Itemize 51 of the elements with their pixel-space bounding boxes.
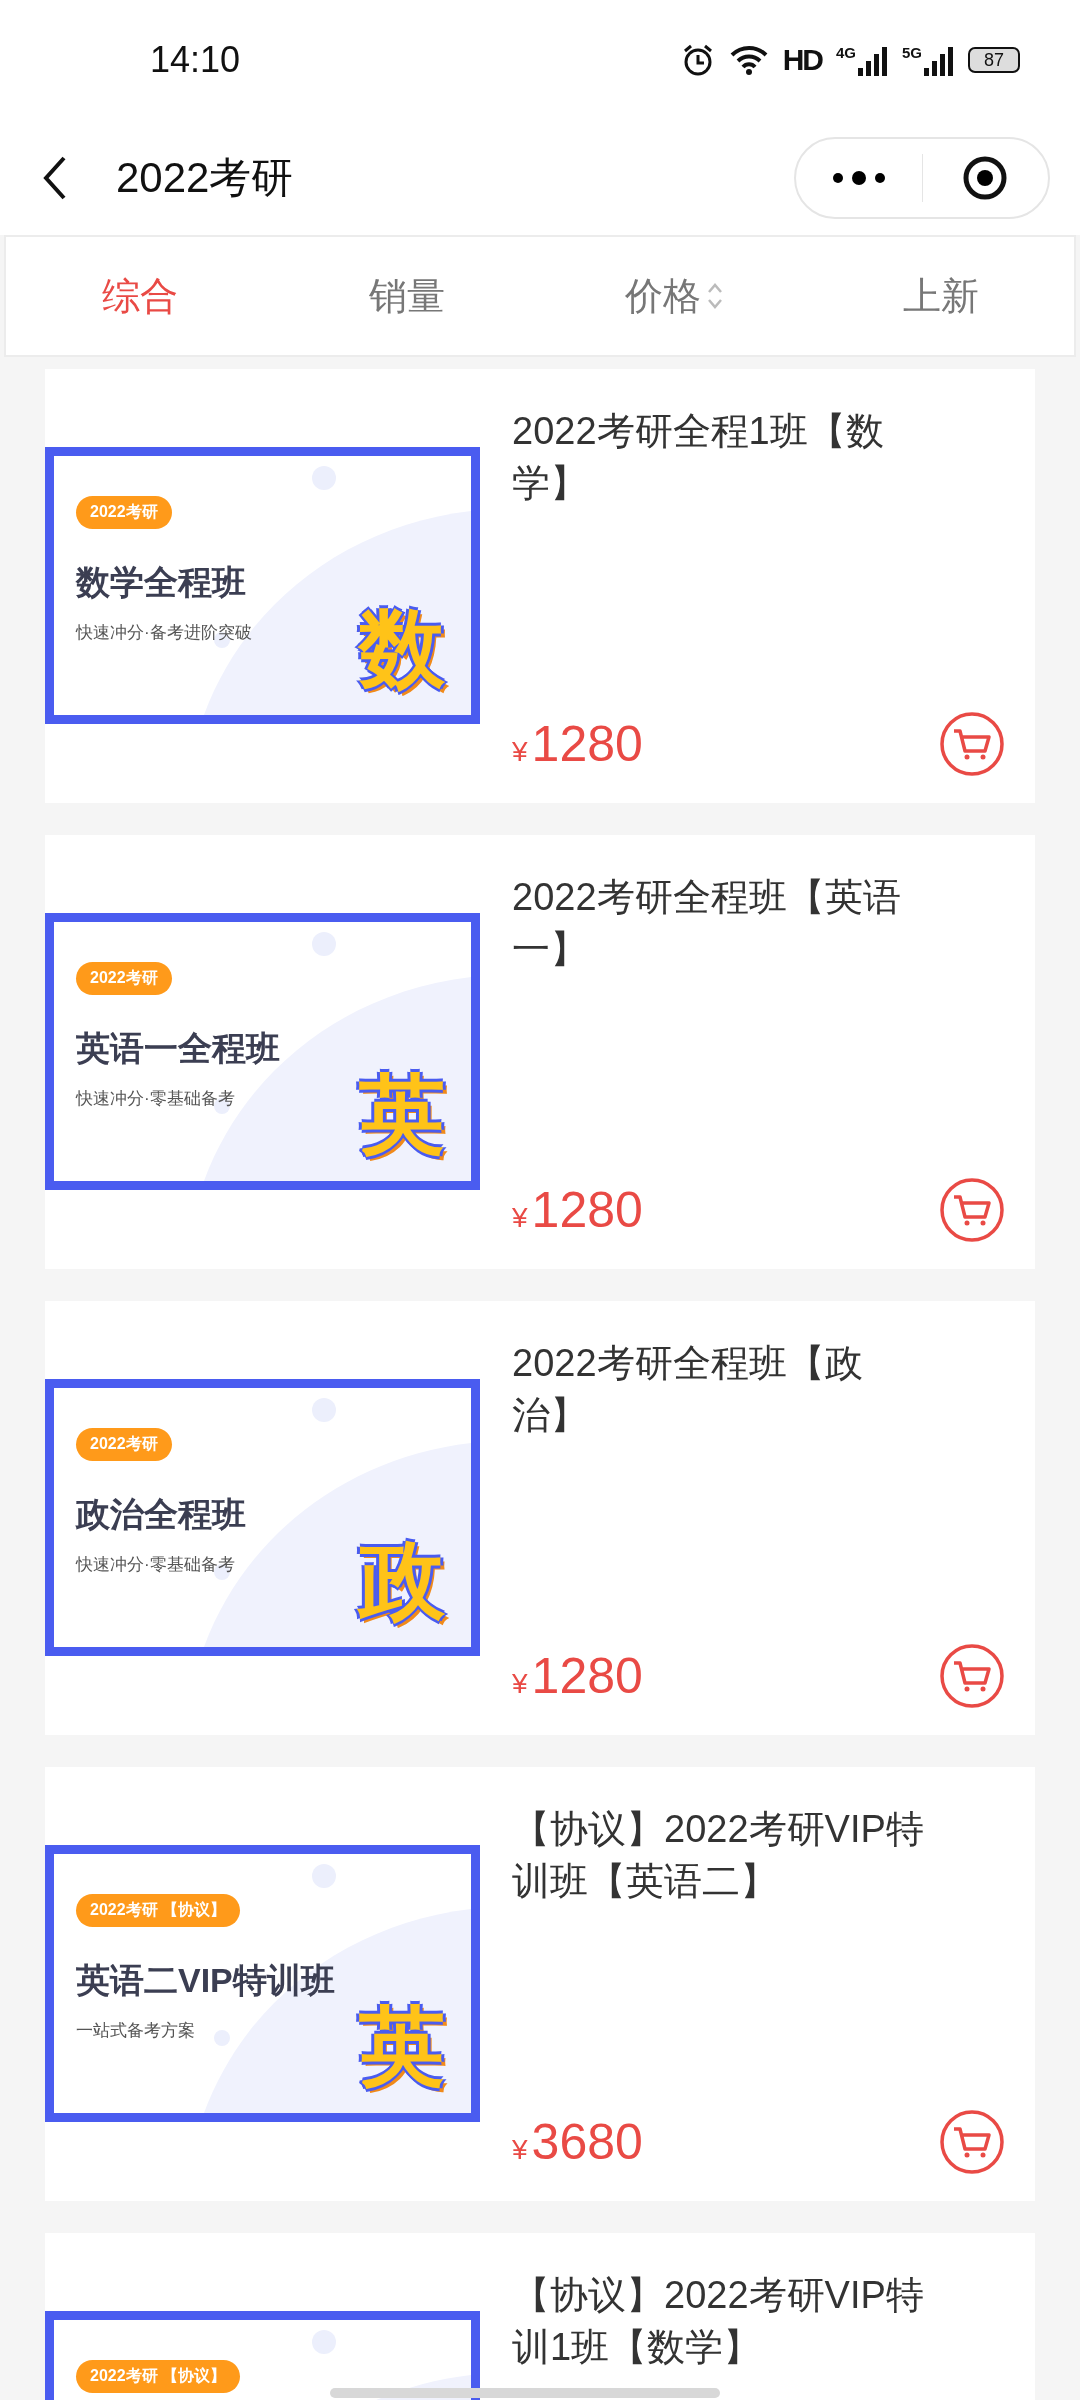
network-label: 5G <box>902 44 922 61</box>
product-card[interactable]: 2022考研 政治全程班 快速冲分·零基础备考 政 2022考研全程班【政治】 ¥1280 <box>45 1301 1035 1735</box>
sort-tab[interactable]: 综合 <box>6 237 273 355</box>
banner-glyph: 英 <box>359 2003 445 2089</box>
banner-subtitle: 一站式备考方案 <box>76 2020 195 2042</box>
network-label: 4G <box>835 44 856 61</box>
product-title: 2022考研全程1班【数学】 <box>512 409 885 506</box>
banner-tag: 2022考研 <box>76 962 172 995</box>
product-title: 2022考研全程班【英语一】 <box>512 875 902 972</box>
sort-tab[interactable]: 销量 <box>273 237 540 355</box>
banner-subtitle: 快速冲分·零基础备考 <box>76 1088 235 1110</box>
cart-button[interactable] <box>939 1177 1005 1243</box>
cart-button[interactable] <box>939 2109 1005 2175</box>
banner-tag: 2022考研 【协议】 <box>76 2360 241 2393</box>
battery-level: 87 <box>968 47 1020 73</box>
sort-icon <box>706 281 723 311</box>
status-time: 14:10 <box>150 39 241 81</box>
banner-glyph: 数 <box>359 605 445 691</box>
banner-subtitle: 快速冲分·零基础备考 <box>76 1554 235 1576</box>
cart-button[interactable] <box>939 1643 1005 1709</box>
banner-tag: 2022考研 【协议】 <box>76 1894 241 1927</box>
banner-heading: 政治全程班 <box>76 1494 246 1535</box>
banner-glyph: 政 <box>359 1537 445 1623</box>
target-icon <box>962 154 1009 201</box>
product-card[interactable]: 2022考研 英语一全程班 快速冲分·零基础备考 英 2022考研全程班【英语一】 ¥1280 <box>45 835 1035 1269</box>
signal-icon <box>858 44 888 76</box>
product-card[interactable]: 2022考研 【协议】 【协议】2022考研VIP特训1班【数学】 <box>45 2233 1035 2400</box>
sort-tab[interactable]: 上新 <box>807 237 1074 355</box>
banner-heading: 英语二VIP特训班 <box>76 1960 335 2001</box>
banner-tag: 2022考研 <box>76 1428 172 1461</box>
product-price: ¥1280 <box>512 715 643 773</box>
sort-tab[interactable]: 价格 <box>540 237 807 355</box>
banner-glyph: 英 <box>359 1071 445 1157</box>
product-price: ¥1280 <box>512 1647 643 1705</box>
more-icon <box>831 169 886 186</box>
product-card[interactable]: 2022考研 数学全程班 快速冲分·备考进阶突破 数 2022考研全程1班【数学】 ¥1280 <box>45 369 1035 803</box>
product-title: 【协议】2022考研VIP特训1班【数学】 <box>512 2273 925 2370</box>
cart-button[interactable] <box>939 711 1005 777</box>
product-card[interactable]: 2022考研 【协议】 英语二VIP特训班 一站式备考方案 英 【协议】2022考研VIP特训班【英语二】 ¥3680 <box>45 1767 1035 2201</box>
product-price: ¥1280 <box>512 1181 643 1239</box>
page-title: 2022考研 <box>116 152 295 203</box>
banner-subtitle: 快速冲分·备考进阶突破 <box>76 622 252 644</box>
product-title: 【协议】2022考研VIP特训班【英语二】 <box>512 1807 925 1904</box>
wifi-icon <box>728 44 769 76</box>
signal-icon <box>924 44 954 76</box>
product-title: 2022考研全程班【政治】 <box>512 1341 864 1438</box>
banner-heading: 英语一全程班 <box>76 1028 280 1069</box>
hd-label: HD <box>782 43 822 77</box>
banner-tag: 2022考研 <box>76 496 172 529</box>
product-price: ¥3680 <box>512 2113 643 2171</box>
banner-heading: 数学全程班 <box>76 562 246 603</box>
